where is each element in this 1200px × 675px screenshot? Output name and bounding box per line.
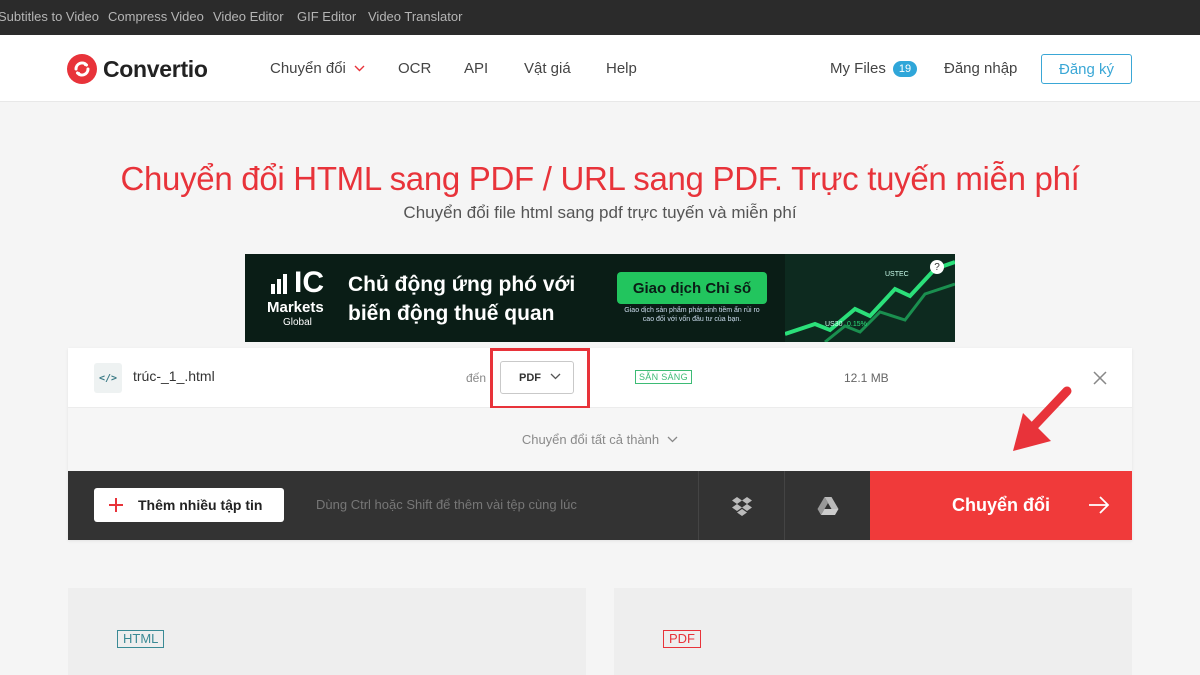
annotation-arrow-icon xyxy=(1013,386,1072,451)
file-row: </> trúc-_1_.html đến PDF SẴN SÀNG 12.1 … xyxy=(68,348,1132,409)
convert-all-label: Chuyển đổi tất cả thành xyxy=(521,432,660,447)
logo[interactable]: Convertio xyxy=(67,53,208,85)
to-label: đến xyxy=(466,371,487,385)
ad-ticker2-value: 0.15% xyxy=(847,321,867,328)
topbar-link-editor[interactable]: Video Editor xyxy=(213,9,284,24)
ad-brand-global: Global xyxy=(283,317,312,328)
file-name: trúc-_1_.html xyxy=(133,368,215,384)
ad-headline: Chủ động ứng phó với biến động thuế quan xyxy=(348,270,608,328)
ad-cta-button[interactable]: Giao dịch Chỉ số xyxy=(617,272,767,304)
my-files-link[interactable]: My Files 19 xyxy=(830,60,918,77)
info-card-html: HTML xyxy=(68,588,586,675)
chevron-down-icon xyxy=(354,65,365,72)
dropbox-button[interactable] xyxy=(698,471,784,540)
action-bar: Thêm nhiều tập tin Dùng Ctrl hoặc Shift … xyxy=(68,471,1132,540)
plus-icon xyxy=(109,498,123,512)
nav-convert[interactable]: Chuyển đổi xyxy=(270,60,365,77)
file-size: 12.1 MB xyxy=(844,371,889,385)
convertio-logo-icon xyxy=(67,54,97,84)
topbar-link-compress[interactable]: Compress Video xyxy=(108,9,204,24)
format-select[interactable]: PDF xyxy=(500,361,574,394)
html-tag: HTML xyxy=(117,630,165,648)
ad-disclaimer: Giao dịch sản phẩm phát sinh tiềm ẩn rủi… xyxy=(607,306,777,324)
signup-button[interactable]: Đăng ký xyxy=(1041,54,1132,84)
ad-ticker2: US30 xyxy=(825,321,843,328)
topbar-link-translator[interactable]: Video Translator xyxy=(368,9,462,24)
chevron-down-icon xyxy=(667,436,678,443)
ad-brand-ic: IC xyxy=(294,266,324,299)
add-files-button[interactable]: Thêm nhiều tập tin xyxy=(94,488,284,522)
page-title: Chuyển đổi HTML sang PDF / URL sang PDF.… xyxy=(120,160,1080,197)
convert-all-dropdown[interactable]: Chuyển đổi tất cả thành xyxy=(68,408,1132,471)
page-subtitle: Chuyển đổi file html sang pdf trực tuyến… xyxy=(403,203,797,222)
ad-ticker1: USTEC xyxy=(885,271,909,278)
topbar-link-gif[interactable]: GIF Editor xyxy=(297,9,356,24)
nav-convert-label: Chuyển đổi xyxy=(270,60,346,77)
dropbox-icon xyxy=(731,496,752,516)
chevron-down-icon xyxy=(550,373,561,380)
info-card-pdf: PDF xyxy=(614,588,1132,675)
code-file-icon: </> xyxy=(94,363,122,393)
top-strip: Subtitles to Video Compress Video Video … xyxy=(0,0,1200,35)
status-badge: SẴN SÀNG xyxy=(635,370,692,384)
close-icon[interactable] xyxy=(1092,370,1108,386)
ad-headline-line1: Chủ động ứng phó với xyxy=(348,273,576,296)
nav-help[interactable]: Help xyxy=(606,60,637,77)
nav-ocr[interactable]: OCR xyxy=(398,60,431,77)
login-link[interactable]: Đăng nhập xyxy=(944,60,1017,77)
ad-disclaimer-line2: cao đối với vốn đầu tư của bạn. xyxy=(642,316,742,323)
google-drive-button[interactable] xyxy=(784,471,870,540)
ad-disclaimer-line1: Giao dịch sản phẩm phát sinh tiềm ẩn rủi… xyxy=(624,307,760,314)
ad-headline-line2: biến động thuế quan xyxy=(348,302,555,325)
nav-api[interactable]: API xyxy=(464,60,488,77)
my-files-label: My Files xyxy=(830,60,886,77)
ad-banner[interactable]: IC Markets Global Chủ động ứng phó với b… xyxy=(245,254,955,342)
bars-logo-icon xyxy=(271,274,287,294)
ad-info-icon[interactable]: ? xyxy=(930,260,944,274)
convert-button[interactable]: Chuyển đổi xyxy=(870,471,1132,540)
file-card: </> trúc-_1_.html đến PDF SẴN SÀNG 12.1 … xyxy=(68,348,1132,540)
pdf-tag: PDF xyxy=(663,630,701,648)
arrow-right-icon xyxy=(1089,496,1110,514)
format-select-value: PDF xyxy=(519,371,541,384)
logo-text: Convertio xyxy=(103,55,208,82)
add-files-label: Thêm nhiều tập tin xyxy=(138,497,263,513)
header: Convertio Chuyển đổi OCR API Vật giá Hel… xyxy=(0,35,1200,102)
ad-brand-markets: Markets xyxy=(267,299,324,316)
multi-select-hint: Dùng Ctrl hoặc Shift để thêm vài tệp cùn… xyxy=(316,497,577,512)
google-drive-icon xyxy=(817,496,838,515)
nav-pricing[interactable]: Vật giá xyxy=(524,60,571,77)
convert-button-label: Chuyển đổi xyxy=(952,495,1050,515)
topbar-link-subtitles[interactable]: Subtitles to Video xyxy=(0,9,99,24)
my-files-count-badge: 19 xyxy=(892,60,918,77)
